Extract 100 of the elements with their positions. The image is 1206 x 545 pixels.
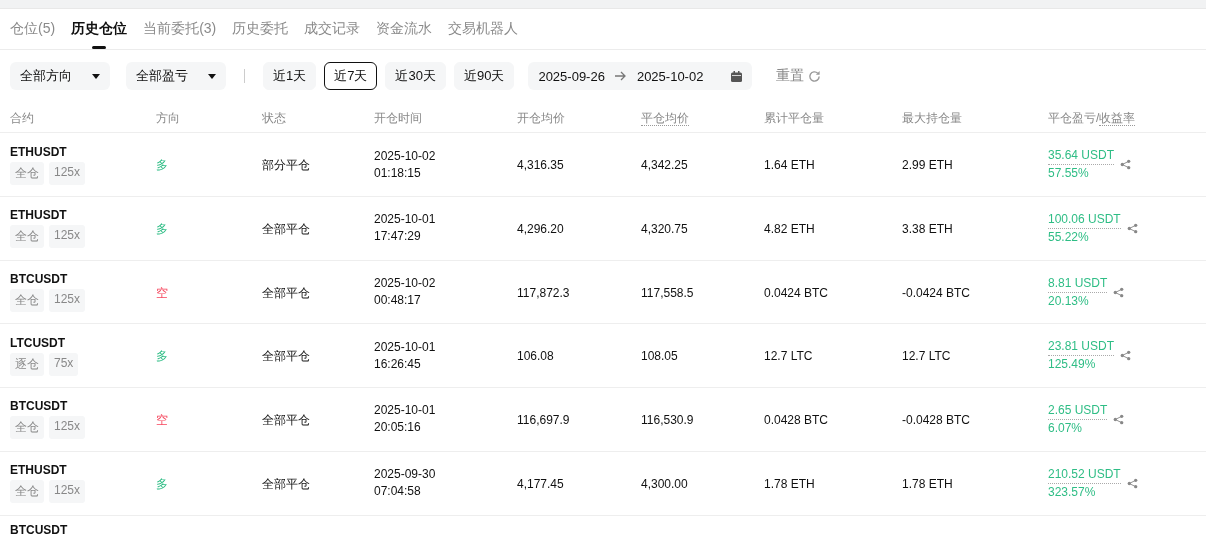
max-quantity: -0.0424 BTC [902, 285, 971, 300]
filter-dropdown[interactable]: 全部方向 [10, 62, 110, 91]
open-time: 2025-10-02 01:18:15 [374, 147, 437, 182]
share-icon[interactable] [1113, 414, 1125, 425]
margin-tag: 全仓 [10, 289, 44, 312]
open-price: 117,872.3 [517, 285, 570, 300]
reset-button[interactable]: 重置 [770, 66, 828, 87]
open-price: 4,296.20 [517, 221, 564, 236]
column-header: 平仓均价 [641, 111, 689, 126]
direction-text: 空 [156, 413, 168, 427]
margin-tag: 全仓 [10, 480, 44, 504]
status-text: 全部平仓 [262, 413, 310, 427]
status-text: 全部平仓 [262, 476, 310, 491]
period-button[interactable]: 近7天 [324, 62, 378, 91]
open-time: 2025-10-01 16:26:45 [374, 338, 437, 373]
tab[interactable]: 资金流水 [376, 8, 433, 49]
closed-quantity: 0.0424 BTC [764, 285, 829, 300]
closed-quantity: 1.78 ETH [764, 476, 815, 491]
filter-dropdown[interactable]: 全部盈亏 [126, 62, 226, 91]
open-time: 2025-10-02 00:48:17 [374, 275, 437, 309]
contract-name: BTCUSDT [10, 523, 69, 538]
status-text: 全部平仓 [262, 349, 310, 364]
contract-name: BTCUSDT [10, 272, 69, 286]
pnl-amount: 35.64 USDT [1048, 147, 1115, 166]
leverage-tag: 125x [49, 416, 86, 440]
caret-icon [208, 73, 216, 79]
tab[interactable]: 历史委托 [232, 8, 289, 49]
column-header: 累计平仓量 [764, 111, 824, 125]
max-quantity: 2.99 ETH [902, 158, 953, 173]
direction-text: 多 [156, 221, 168, 236]
margin-tag: 逐仓 [10, 352, 44, 376]
calendar-icon [731, 70, 743, 82]
column-header: 平仓盈亏/ [1048, 111, 1100, 125]
pnl-rate: 20.13% [1048, 292, 1090, 310]
pnl-rate: 55.22% [1048, 228, 1090, 246]
pnl-amount: 100.06 USDT [1048, 210, 1121, 229]
contract-name: ETHUSDT [10, 463, 68, 478]
pnl-rate: 323.57% [1048, 483, 1097, 501]
closed-quantity: 1.64 ETH [764, 158, 815, 173]
close-price: 4,320.75 [641, 221, 688, 236]
leverage-tag: 75x [49, 352, 79, 376]
open-price: 4,316.35 [517, 158, 564, 173]
period-button[interactable]: 近1天 [263, 62, 317, 91]
status-text: 部分平仓 [262, 158, 310, 173]
closed-quantity: 4.82 ETH [764, 221, 815, 236]
tab[interactable]: 交易机器人 [448, 8, 519, 49]
pnl-amount: 8.81 USDT [1048, 274, 1108, 293]
share-icon[interactable] [1126, 222, 1138, 234]
margin-tag: 全仓 [10, 416, 44, 440]
close-price: 116,530.9 [641, 413, 694, 427]
tab[interactable]: 历史仓位 [71, 8, 128, 49]
contract-name: ETHUSDT [10, 144, 68, 159]
leverage-tag: 125x [49, 289, 86, 312]
pnl-rate: 57.55% [1048, 165, 1090, 183]
direction-text: 多 [156, 349, 168, 364]
open-price: 4,177.45 [517, 476, 564, 491]
margin-tag: 全仓 [10, 161, 44, 185]
share-icon[interactable] [1120, 350, 1132, 362]
leverage-tag: 125x [49, 225, 86, 249]
period-button[interactable]: 近90天 [453, 62, 515, 91]
column-header: 最大持仓量 [902, 111, 962, 125]
close-price: 108.05 [641, 349, 678, 364]
pnl-amount: 210.52 USDT [1048, 465, 1121, 484]
max-quantity: 3.38 ETH [902, 221, 953, 236]
open-price: 116,697.9 [517, 413, 570, 427]
close-price: 4,300.00 [641, 476, 688, 491]
contract-name: LTCUSDT [10, 335, 67, 350]
refresh-icon [808, 69, 822, 83]
max-quantity: 12.7 LTC [902, 349, 951, 364]
pnl-amount: 2.65 USDT [1048, 402, 1108, 420]
margin-tag: 全仓 [10, 225, 44, 249]
tab[interactable]: 仓位(5) [10, 8, 56, 49]
share-icon[interactable] [1120, 159, 1132, 171]
tab[interactable]: 当前委托(3) [143, 8, 217, 49]
contract-name: ETHUSDT [10, 208, 68, 223]
status-text: 全部平仓 [262, 285, 310, 300]
share-icon[interactable] [1113, 286, 1125, 298]
pnl-amount: 23.81 USDT [1048, 338, 1115, 357]
leverage-tag: 125x [49, 480, 86, 504]
closed-quantity: 12.7 LTC [764, 349, 813, 364]
share-icon[interactable] [1126, 477, 1138, 489]
pnl-rate: 6.07% [1048, 420, 1084, 437]
column-header: 合约 [10, 111, 34, 125]
contract-name: BTCUSDT [10, 399, 69, 414]
date-range-field[interactable]: 2025-09-26 2025-10-02 [528, 62, 753, 91]
direction-text: 多 [156, 158, 168, 173]
arrow-icon [614, 71, 627, 82]
open-time: 2025-10-01 20:05:16 [374, 402, 437, 437]
column-header: 方向 [156, 111, 180, 125]
period-button[interactable]: 近30天 [385, 62, 446, 91]
status-text: 全部平仓 [262, 221, 310, 236]
open-time: 2025-10-01 17:47:29 [374, 211, 437, 246]
leverage-tag: 125x [49, 161, 86, 185]
max-quantity: -0.0428 BTC [902, 413, 971, 427]
tab[interactable]: 成交记录 [304, 8, 361, 49]
close-price: 4,342.25 [641, 158, 688, 173]
column-header: 开仓均价 [517, 111, 565, 125]
caret-icon [92, 73, 100, 79]
pnl-rate: 125.49% [1048, 356, 1097, 374]
direction-text: 空 [156, 285, 168, 300]
